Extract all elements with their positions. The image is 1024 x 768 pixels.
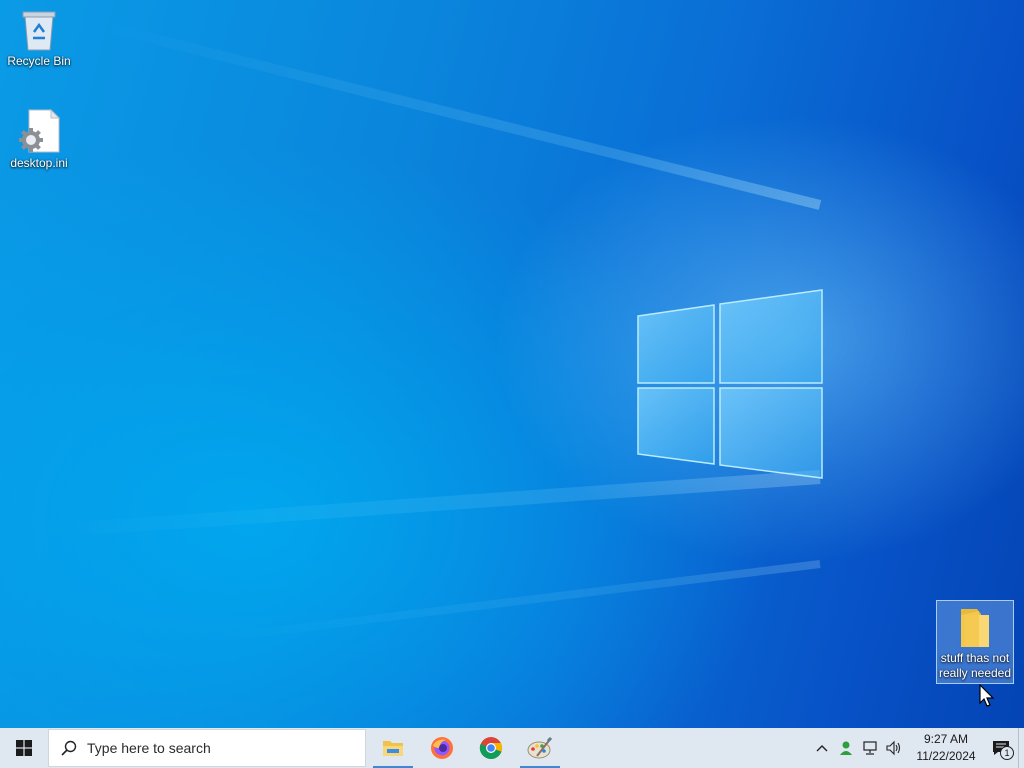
file-explorer-icon — [383, 741, 403, 756]
chrome-icon — [479, 737, 503, 760]
light-beam — [41, 470, 821, 539]
light-beam — [100, 21, 822, 210]
tray-network-button[interactable] — [858, 728, 882, 768]
search-icon — [61, 740, 77, 756]
speaker-icon — [886, 740, 901, 756]
network-icon — [863, 741, 877, 755]
desktop[interactable]: Recycle Bin desktop.ini stuff thas not r… — [0, 0, 1024, 728]
clock-time: 9:27 AM — [923, 732, 969, 746]
search-placeholder: Type here to search — [87, 740, 211, 756]
user-status-icon — [840, 741, 852, 755]
desktop-icon-label: desktop.ini — [10, 156, 68, 170]
desktop-icon-label: Recycle Bin — [7, 54, 71, 68]
action-center-button[interactable]: 1 — [986, 728, 1016, 768]
windows-wallpaper-logo — [637, 289, 823, 479]
clock[interactable]: 9:27 AM 11/22/2024 — [910, 731, 982, 765]
taskbar-app-file-explorer[interactable] — [373, 728, 413, 768]
desktop-icon-desktop-ini[interactable]: desktop.ini — [1, 108, 77, 171]
taskbar-app-firefox[interactable] — [422, 728, 462, 768]
system-tray: 9:27 AM 11/22/2024 1 — [810, 728, 1024, 768]
light-beam — [204, 560, 821, 644]
folder-icon — [961, 609, 989, 647]
paint-icon — [527, 736, 553, 759]
tray-volume-button[interactable] — [882, 728, 906, 768]
start-button[interactable] — [0, 728, 48, 768]
show-hidden-icons-button[interactable] — [810, 728, 834, 768]
show-desktop-button[interactable] — [1018, 728, 1024, 768]
settings-file-icon — [19, 108, 61, 153]
windows-logo-icon — [16, 740, 32, 756]
desktop-icon-folder[interactable]: stuff thas not really needed — [936, 600, 1014, 684]
firefox-icon — [431, 737, 453, 759]
taskbar-app-chrome[interactable] — [471, 728, 511, 768]
chevron-up-icon — [816, 745, 828, 752]
recycle-bin-icon — [22, 11, 56, 51]
desktop-icon-label: stuff thas not really needed — [938, 651, 1012, 680]
mouse-cursor-icon — [979, 684, 995, 707]
search-input[interactable]: Type here to search — [48, 729, 366, 767]
taskbar: Type here to search 9:27 AM 11/22/2024 1 — [0, 728, 1024, 768]
tray-user-icon-button[interactable] — [834, 728, 858, 768]
desktop-icon-recycle-bin[interactable]: Recycle Bin — [1, 8, 77, 69]
taskbar-app-paint[interactable] — [520, 728, 560, 768]
clock-date: 11/22/2024 — [916, 749, 976, 763]
notification-count-badge: 1 — [1000, 746, 1014, 760]
